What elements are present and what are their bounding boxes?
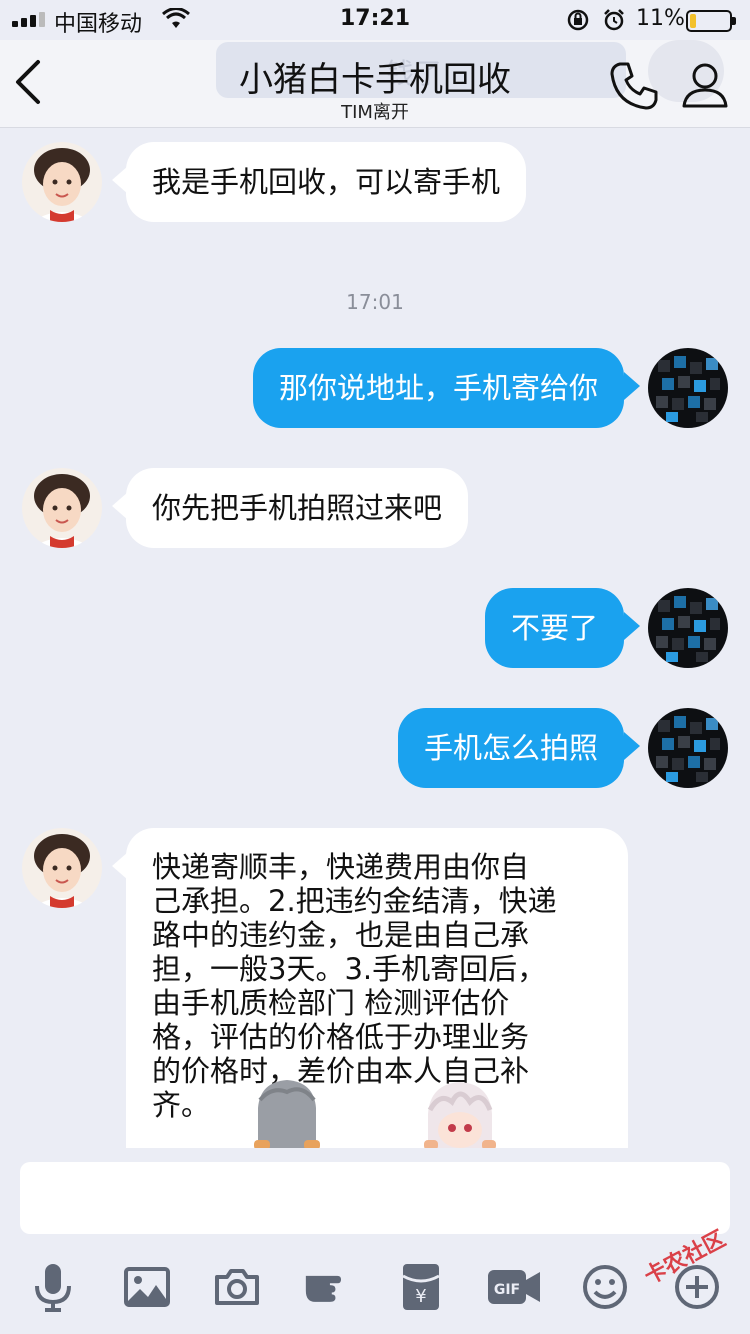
- outgoing-message[interactable]: 手机怎么拍照: [397, 708, 624, 788]
- emoji-icon[interactable]: [580, 1262, 630, 1312]
- image-icon[interactable]: [122, 1262, 172, 1312]
- my-avatar[interactable]: [648, 348, 728, 428]
- message-line: 由手机质检部门 检测评估价: [152, 986, 510, 1020]
- svg-text:GIF: GIF: [494, 1282, 520, 1298]
- poke-icon[interactable]: [304, 1262, 354, 1312]
- svg-text:¥: ¥: [415, 1286, 426, 1307]
- contact-avatar[interactable]: [22, 468, 102, 548]
- message-line: 格，评估的价格低于办理业务: [152, 1020, 530, 1054]
- status-bar: 中国移动 17:21 11%: [0, 0, 750, 40]
- bubble-tail: [624, 732, 640, 760]
- message-line: 己承担。2.把违约金结清，快递: [152, 884, 557, 918]
- message-line: 的价格时，差价由本人自己补: [152, 1054, 530, 1088]
- chat-screen: 中国移动 17:21 11% 钱了 小猪白卡手机回收 TIM离开 我是手机回收，…: [0, 0, 750, 1334]
- gif-icon[interactable]: GIF: [486, 1262, 542, 1312]
- red-packet-icon[interactable]: ¥: [396, 1262, 446, 1312]
- my-avatar[interactable]: [648, 708, 728, 788]
- contact-avatar[interactable]: [22, 142, 102, 222]
- nav-bar: 钱了 小猪白卡手机回收 TIM离开: [0, 40, 750, 128]
- camera-icon[interactable]: [212, 1262, 262, 1312]
- battery-icon: [686, 10, 736, 32]
- input-area: ¥ GIF: [0, 1148, 750, 1334]
- message-line: 齐。: [152, 1088, 211, 1122]
- alarm-icon: [602, 8, 626, 38]
- message-timestamp: 17:01: [346, 290, 404, 314]
- incoming-message[interactable]: 你先把手机拍照过来吧: [126, 468, 469, 548]
- phone-icon[interactable]: [608, 60, 660, 116]
- message-input[interactable]: [20, 1162, 730, 1234]
- outgoing-message[interactable]: 那你说地址，手机寄给你: [252, 348, 624, 428]
- message-line: 路中的违约金，也是由自己承: [152, 918, 530, 952]
- incoming-message[interactable]: 我是手机回收，可以寄手机: [126, 142, 527, 222]
- message-line: 快递寄顺丰，快递费用由你自: [152, 850, 530, 884]
- peeking-sticker-gray: [252, 1078, 322, 1154]
- microphone-icon[interactable]: [28, 1262, 78, 1312]
- profile-icon[interactable]: [680, 60, 730, 114]
- rotation-lock-icon: [566, 8, 590, 38]
- peeking-sticker-anime: [420, 1080, 500, 1154]
- outgoing-message[interactable]: 不要了: [484, 588, 624, 668]
- bubble-tail: [624, 612, 640, 640]
- contact-avatar[interactable]: [22, 828, 102, 908]
- battery-percent: 11%: [636, 6, 685, 31]
- incoming-message-long[interactable]: 快递寄顺丰，快递费用由你自 己承担。2.把违约金结清，快递 路中的违约金，也是由…: [126, 828, 628, 1148]
- bubble-tail: [624, 372, 640, 400]
- message-line: 担，一般3天。3.手机寄回后，: [152, 952, 547, 986]
- my-avatar[interactable]: [648, 588, 728, 668]
